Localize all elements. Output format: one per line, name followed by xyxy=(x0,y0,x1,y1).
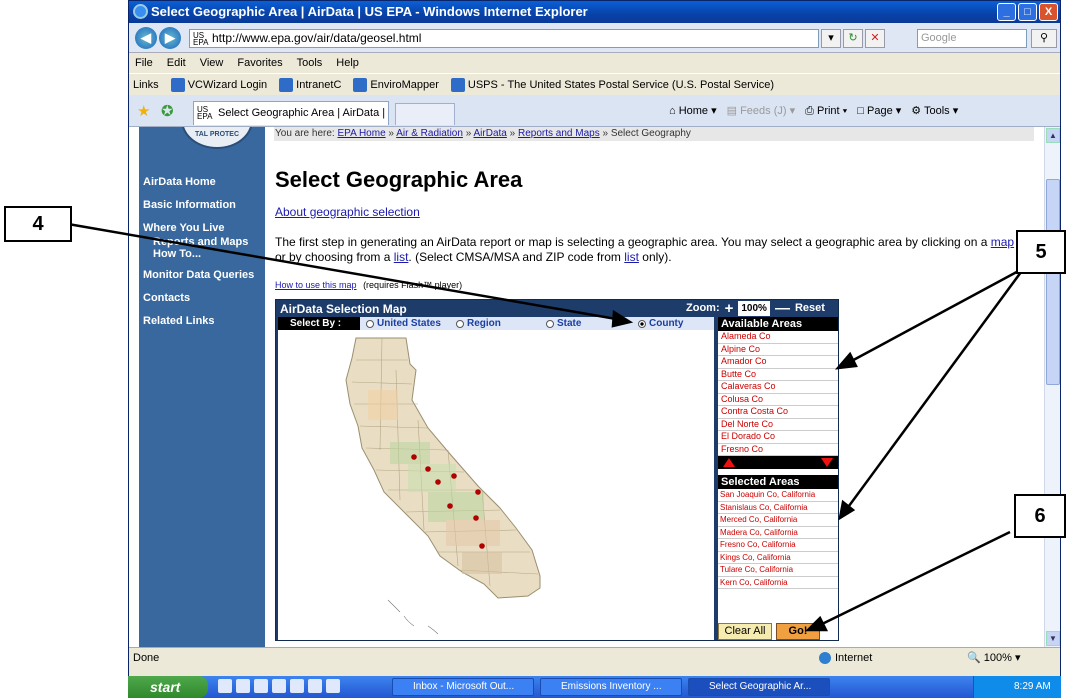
callout-lines xyxy=(67,222,1026,632)
callout-6-line xyxy=(817,530,1011,628)
callout-4-label: 4 xyxy=(4,206,72,242)
callout-6-arrowhead xyxy=(804,615,829,632)
callout-5-label: 5 xyxy=(1016,230,1066,274)
callout-4-arrowhead xyxy=(611,309,634,328)
callout-5-arrowhead-a xyxy=(834,351,858,370)
callout-5-line-b xyxy=(844,267,1026,511)
callout-6-label: 6 xyxy=(1014,494,1066,538)
callout-5-line-a xyxy=(845,266,1025,366)
callout-4-line xyxy=(67,222,623,322)
